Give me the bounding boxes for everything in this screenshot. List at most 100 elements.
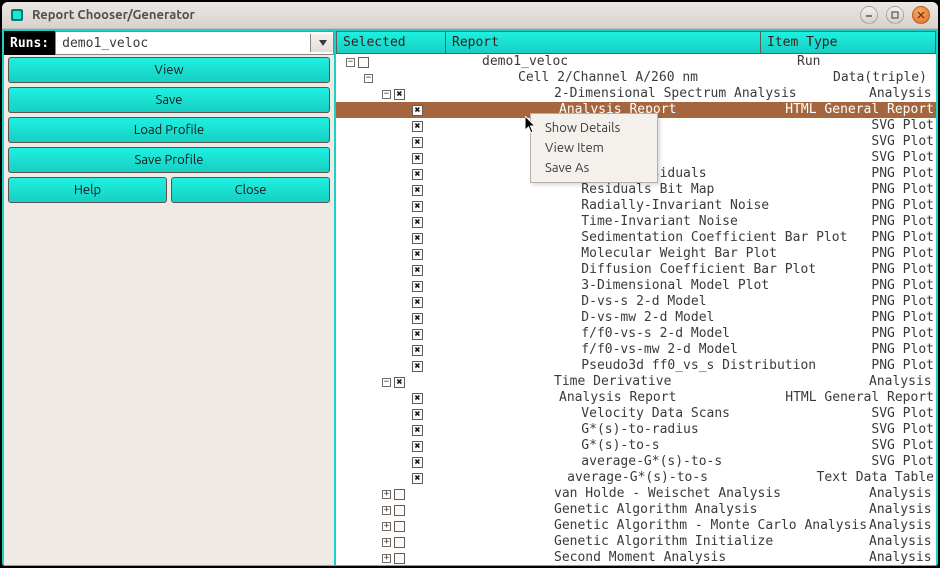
tree-row[interactable]: ✖Sedimentation Coefficient Bar PlotPNG P…	[336, 230, 936, 246]
tree-row[interactable]: −demo1_velocRun	[336, 54, 936, 70]
minimize-icon	[865, 11, 873, 19]
tree-row[interactable]: ✖f/f0-vs-mw 2-d ModelPNG Plot	[336, 342, 936, 358]
maximize-icon	[891, 11, 899, 19]
tree-row[interactable]: +Second Moment AnalysisAnalysis	[336, 550, 936, 565]
tree-checkbox[interactable]: ✖	[412, 457, 423, 468]
tree-checkbox[interactable]	[394, 489, 405, 500]
tree-row[interactable]: +van Holde - Weischet AnalysisAnalysis	[336, 486, 936, 502]
tree-checkbox[interactable]: ✖	[412, 425, 423, 436]
tree-checkbox[interactable]: ✖	[412, 361, 423, 372]
tree-checkbox[interactable]: ✖	[412, 217, 423, 228]
tree-checkbox[interactable]: ✖	[412, 473, 423, 484]
tree-sel-cell: ✖	[338, 390, 479, 406]
tree-checkbox[interactable]	[394, 521, 405, 532]
load-profile-button[interactable]: Load Profile	[8, 117, 330, 143]
tree-row[interactable]: ✖G*(s)-to-sSVG Plot	[336, 438, 936, 454]
tree-checkbox[interactable]: ✖	[412, 329, 423, 340]
runs-select[interactable]: demo1_veloc	[55, 31, 334, 55]
expand-icon[interactable]: +	[382, 538, 391, 547]
tree-report-cell: f/f0-vs-mw 2-d Model	[501, 342, 871, 358]
header-report[interactable]: Report	[446, 31, 761, 54]
maximize-button[interactable]	[886, 6, 904, 24]
runs-value: demo1_veloc	[62, 36, 148, 51]
tree-row[interactable]: −Cell 2/Channel A/260 nmData(triple)	[336, 70, 936, 86]
expand-icon[interactable]: +	[382, 554, 391, 563]
tree-report-label: G*(s)-to-radius	[581, 422, 698, 438]
tree-checkbox[interactable]: ✖	[412, 185, 423, 196]
collapse-icon[interactable]: −	[364, 74, 373, 83]
menu-view-item[interactable]: View Item	[531, 138, 657, 158]
header-item-type[interactable]: Item Type	[761, 31, 936, 54]
collapse-icon[interactable]: −	[382, 378, 391, 387]
tree-row[interactable]: ✖average-G*(s)-to-sText Data Table	[336, 470, 936, 486]
tree-header: Selected Report Item Type	[336, 31, 936, 54]
header-selected[interactable]: Selected	[336, 31, 446, 54]
menu-show-details[interactable]: Show Details	[531, 118, 657, 138]
close-button[interactable]: Close	[171, 177, 330, 203]
tree-row[interactable]: +Genetic Algorithm InitializeAnalysis	[336, 534, 936, 550]
tree-row[interactable]: ✖Time-Invariant NoisePNG Plot	[336, 214, 936, 230]
tree-row[interactable]: ✖average-G*(s)-to-sSVG Plot	[336, 454, 936, 470]
tree-checkbox[interactable]: ✖	[412, 393, 423, 404]
tree-checkbox[interactable]	[394, 505, 405, 516]
collapse-icon[interactable]: −	[382, 90, 391, 99]
tree-type-label: PNG Plot	[871, 310, 934, 326]
expand-icon[interactable]: +	[382, 506, 391, 515]
tree-row[interactable]: ✖Radially-Invariant NoisePNG Plot	[336, 198, 936, 214]
tree-row[interactable]: ✖G*(s)-to-radiusSVG Plot	[336, 422, 936, 438]
tree-type-label: Analysis	[869, 550, 932, 565]
expand-icon[interactable]: +	[382, 490, 391, 499]
collapse-icon[interactable]: −	[346, 58, 355, 67]
tree-checkbox[interactable]: ✖	[412, 249, 423, 260]
tree-row[interactable]: ✖Molecular Weight Bar PlotPNG Plot	[336, 246, 936, 262]
tree-checkbox[interactable]: ✖	[412, 297, 423, 308]
tree-row[interactable]: ✖Residuals Bit MapPNG Plot	[336, 182, 936, 198]
tree-checkbox[interactable]: ✖	[412, 409, 423, 420]
view-button[interactable]: View	[8, 57, 330, 83]
tree-row[interactable]: −✖2-Dimensional Spectrum AnalysisAnalysi…	[336, 86, 936, 102]
save-button[interactable]: Save	[8, 87, 330, 113]
save-profile-button[interactable]: Save Profile	[8, 147, 330, 173]
tree-checkbox[interactable]: ✖	[412, 233, 423, 244]
tree-row[interactable]: ✖Velocity Data ScansSVG Plot	[336, 406, 936, 422]
tree-checkbox[interactable]: ✖	[412, 153, 423, 164]
tree-checkbox[interactable]: ✖	[394, 377, 405, 388]
tree-row[interactable]: −✖Time DerivativeAnalysis	[336, 374, 936, 390]
tree-checkbox[interactable]: ✖	[412, 105, 423, 116]
tree-checkbox[interactable]	[394, 553, 405, 564]
tree-row[interactable]: ✖Analysis ReportHTML General Report	[336, 390, 936, 406]
tree-row[interactable]: ✖f/f0-vs-s 2-d ModelPNG Plot	[336, 326, 936, 342]
tree-checkbox[interactable]	[358, 57, 369, 68]
tree-checkbox[interactable]: ✖	[412, 345, 423, 356]
tree-row[interactable]: +Genetic Algorithm - Monte Carlo Analysi…	[336, 518, 936, 534]
tree-checkbox[interactable]: ✖	[412, 201, 423, 212]
tree-checkbox[interactable]: ✖	[412, 265, 423, 276]
tree-row[interactable]: ✖D-vs-mw 2-d ModelPNG Plot	[336, 310, 936, 326]
tree-report-label: Time Derivative	[554, 374, 671, 390]
close-window-button[interactable]	[912, 6, 930, 24]
tree-checkbox[interactable]	[394, 537, 405, 548]
tree-sel-cell: ✖	[338, 310, 501, 326]
tree-checkbox[interactable]: ✖	[412, 441, 423, 452]
tree-row[interactable]: +Genetic Algorithm AnalysisAnalysis	[336, 502, 936, 518]
tree-checkbox[interactable]: ✖	[412, 121, 423, 132]
tree-checkbox[interactable]: ✖	[412, 137, 423, 148]
tree-checkbox[interactable]: ✖	[412, 313, 423, 324]
minimize-button[interactable]	[860, 6, 878, 24]
tree-sel-cell: +	[338, 550, 492, 565]
tree-type-label: Analysis	[869, 534, 932, 550]
tree-checkbox[interactable]: ✖	[394, 89, 405, 100]
runs-row: Runs: demo1_veloc	[4, 31, 334, 55]
tree-row[interactable]: ✖Pseudo3d ff0_vs_s DistributionPNG Plot	[336, 358, 936, 374]
tree-checkbox[interactable]: ✖	[412, 281, 423, 292]
help-button[interactable]: Help	[8, 177, 167, 203]
tree-sel-cell: −✖	[338, 86, 492, 102]
expand-icon[interactable]: +	[382, 522, 391, 531]
tree-checkbox[interactable]: ✖	[412, 169, 423, 180]
tree-type-cell: PNG Plot	[871, 294, 934, 310]
tree-row[interactable]: ✖D-vs-s 2-d ModelPNG Plot	[336, 294, 936, 310]
tree-row[interactable]: ✖Diffusion Coefficient Bar PlotPNG Plot	[336, 262, 936, 278]
menu-save-as[interactable]: Save As	[531, 158, 657, 178]
tree-row[interactable]: ✖3-Dimensional Model PlotPNG Plot	[336, 278, 936, 294]
titlebar[interactable]: Report Chooser/Generator	[2, 2, 938, 29]
